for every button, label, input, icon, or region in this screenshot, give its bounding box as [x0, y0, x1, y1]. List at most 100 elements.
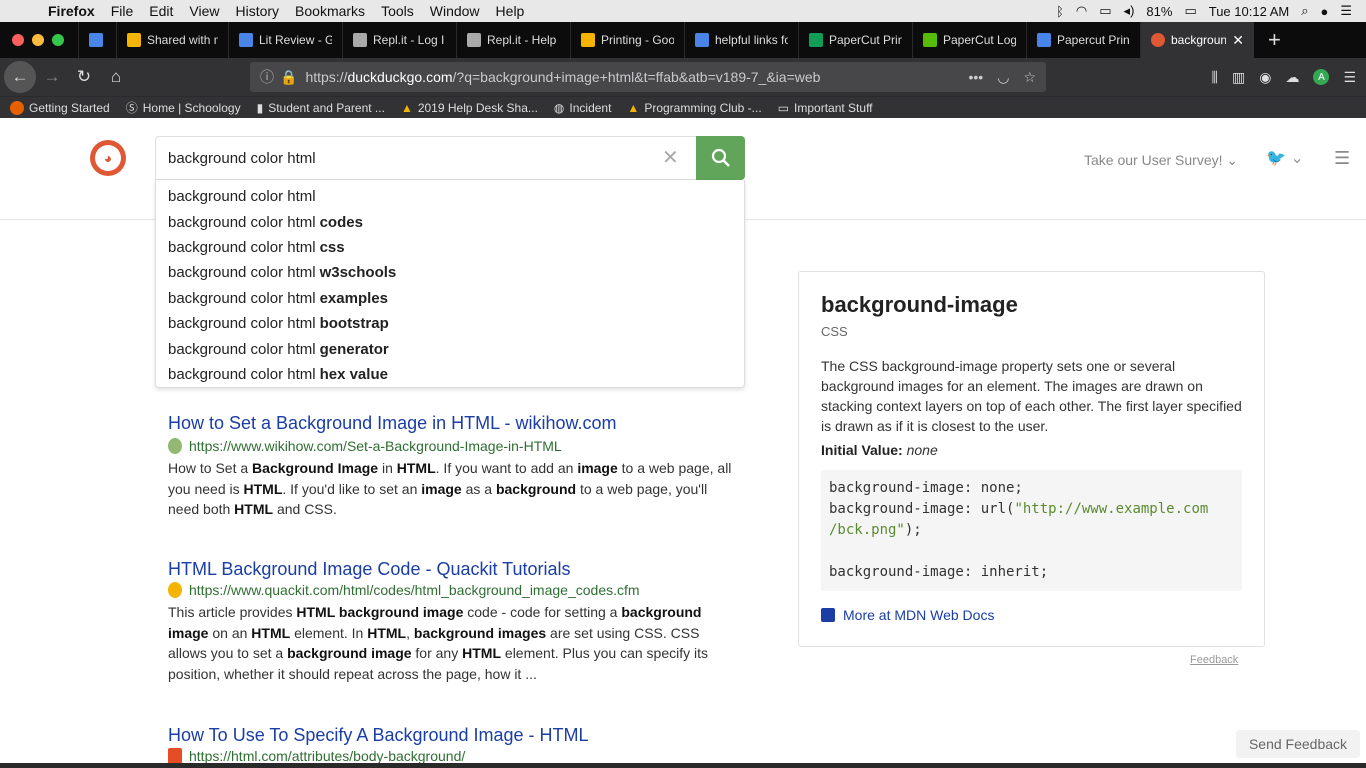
menu-file[interactable]: File	[103, 3, 142, 19]
menu-window[interactable]: Window	[422, 3, 488, 19]
bookmark-page-icon: ▮	[256, 100, 264, 115]
bookmark-incident[interactable]: ◍ Incident	[544, 101, 618, 115]
info-icon[interactable]: ⓘ	[260, 67, 274, 87]
menubar-status: ᛒ ◠ ▭ ◂) 81% ▭ Tue 10:12 AM ⌕ ● ☰	[1056, 3, 1366, 19]
folder-icon: ▭	[777, 100, 790, 115]
volume-icon[interactable]: ◂)	[1124, 3, 1135, 19]
suggestion-item[interactable]: background color html codes	[156, 209, 744, 234]
close-window-icon[interactable]	[12, 34, 24, 46]
search-result: How to Set a Background Image in HTML - …	[168, 413, 738, 520]
more-actions-icon[interactable]: •••	[969, 69, 984, 86]
suggestion-item[interactable]: background color html examples	[156, 286, 744, 311]
schoology-icon: Ⓢ	[125, 101, 138, 115]
result-url[interactable]: https://www.wikihow.com/Set-a-Background…	[168, 438, 738, 454]
minimize-window-icon[interactable]	[32, 34, 44, 46]
menu-bookmarks[interactable]: Bookmarks	[287, 3, 373, 19]
reload-icon[interactable]: ↻	[68, 61, 100, 93]
suggestion-item[interactable]: background color html generator	[156, 336, 744, 361]
menu-edit[interactable]: Edit	[141, 3, 181, 19]
battery-icon[interactable]: ▭	[1184, 3, 1196, 19]
user-avatar-icon[interactable]: ●	[1320, 4, 1328, 19]
mdn-link[interactable]: More at MDN Web Docs	[821, 607, 1242, 623]
ia-feedback-link[interactable]: Feedback	[1190, 654, 1238, 666]
wifi-icon[interactable]: ◠	[1076, 3, 1087, 19]
airplay-icon[interactable]: ▭	[1099, 3, 1111, 19]
twitter-icon[interactable]: 🐦 ⌄	[1266, 148, 1304, 168]
duckduckgo-logo[interactable]: ◕	[90, 140, 126, 176]
browser-tab[interactable]: PaperCut Log	[912, 22, 1026, 58]
url-prefix: https://	[305, 69, 348, 85]
bookmark-student-parent[interactable]: ▮ Student and Parent ...	[247, 101, 391, 115]
papercut-icon	[923, 33, 937, 47]
browser-tab[interactable]	[78, 22, 116, 58]
menu-history[interactable]: History	[227, 3, 287, 19]
result-title-link[interactable]: How To Use To Specify A Background Image…	[168, 725, 738, 746]
user-survey-link[interactable]: Take our User Survey! ⌄	[1084, 152, 1238, 169]
browser-tab[interactable]: Repl.it - Log I	[342, 22, 456, 58]
replit-icon	[353, 33, 367, 47]
result-title-link[interactable]: How to Set a Background Image in HTML - …	[168, 413, 738, 434]
home-icon[interactable]: ⌂	[100, 61, 132, 93]
forward-arrow-icon[interactable]: →	[36, 61, 68, 93]
menu-app-name[interactable]: Firefox	[40, 3, 103, 19]
back-arrow-icon[interactable]: ←	[4, 61, 36, 93]
search-result: How To Use To Specify A Background Image…	[168, 725, 738, 764]
search-input[interactable]: background color html	[155, 136, 697, 180]
hamburger-menu-icon[interactable]: ☰	[1343, 69, 1356, 86]
chevron-down-icon: ⌄	[1226, 152, 1239, 168]
menu-help[interactable]: Help	[488, 3, 533, 19]
bluetooth-icon[interactable]: ᛒ	[1056, 4, 1064, 19]
browser-tab[interactable]: Lit Review - G	[228, 22, 342, 58]
pocket-icon[interactable]: ◡	[997, 69, 1009, 86]
result-url[interactable]: https://www.quackit.com/html/codes/html_…	[168, 582, 738, 598]
window-controls	[0, 34, 78, 46]
extension-icon[interactable]: ☁	[1285, 69, 1299, 86]
html-com-icon	[168, 748, 182, 764]
bookmark-star-icon[interactable]: ☆	[1023, 69, 1036, 86]
drive-icon	[581, 33, 595, 47]
library-icon[interactable]: ⫼	[1212, 69, 1218, 86]
browser-tab-active[interactable]: backgroun ✕	[1140, 22, 1254, 58]
account-icon[interactable]: ◉	[1259, 69, 1271, 86]
browser-tab[interactable]: helpful links fo	[684, 22, 798, 58]
profile-avatar-icon[interactable]: A	[1313, 69, 1330, 85]
lock-icon[interactable]: 🔒	[280, 69, 297, 86]
bookmark-programming-club[interactable]: ▲ Programming Club -...	[617, 101, 767, 115]
browser-tab[interactable]: Shared with m	[116, 22, 228, 58]
bookmark-schoology[interactable]: Ⓢ Home | Schoology	[116, 99, 247, 116]
result-title-link[interactable]: HTML Background Image Code - Quackit Tut…	[168, 559, 738, 580]
spotlight-icon[interactable]: ⌕	[1301, 3, 1308, 19]
result-url[interactable]: https://html.com/attributes/body-backgro…	[168, 748, 738, 764]
suggestion-item[interactable]: background color html bootstrap	[156, 311, 744, 336]
bookmark-getting-started[interactable]: Getting Started	[0, 100, 116, 115]
menu-icon[interactable]: ☰	[1334, 148, 1350, 169]
clock[interactable]: Tue 10:12 AM	[1209, 4, 1289, 19]
firefox-icon	[10, 100, 24, 115]
browser-tab[interactable]: Printing - Goo	[570, 22, 684, 58]
close-tab-icon[interactable]: ✕	[1232, 32, 1244, 49]
suggestion-item[interactable]: background color html	[156, 184, 744, 209]
suggestion-item[interactable]: background color html w3schools	[156, 260, 744, 285]
url-bar[interactable]: ⓘ 🔒 https://duckduckgo.com/?q=background…	[250, 62, 1046, 92]
notification-center-icon[interactable]: ☰	[1340, 3, 1352, 19]
browser-tab[interactable]: PaperCut Prin	[798, 22, 912, 58]
suggestion-item[interactable]: background color html hex value	[156, 362, 744, 387]
bookmark-important-stuff[interactable]: ▭ Important Stuff	[768, 101, 879, 115]
bookmark-help-desk[interactable]: ▲ 2019 Help Desk Sha...	[391, 101, 544, 115]
suggestion-item[interactable]: background color html css	[156, 235, 744, 260]
search-result: HTML Background Image Code - Quackit Tut…	[168, 559, 738, 684]
duck-icon: ◕	[95, 145, 121, 171]
search-button[interactable]	[696, 136, 745, 180]
menu-tools[interactable]: Tools	[373, 3, 422, 19]
browser-tab[interactable]: Repl.it - Help	[456, 22, 570, 58]
mdn-icon	[821, 608, 835, 622]
send-feedback-button[interactable]: Send Feedback	[1236, 730, 1360, 758]
menu-view[interactable]: View	[181, 3, 227, 19]
zoom-window-icon[interactable]	[52, 34, 64, 46]
sidebar-icon[interactable]: ▥	[1232, 69, 1245, 86]
drive-icon	[127, 33, 141, 47]
browser-tab[interactable]: Papercut Prin	[1026, 22, 1140, 58]
new-tab-icon[interactable]: +	[1256, 27, 1293, 53]
clear-search-icon[interactable]: ✕	[662, 145, 679, 170]
url-host: duckduckgo.com	[347, 69, 453, 85]
